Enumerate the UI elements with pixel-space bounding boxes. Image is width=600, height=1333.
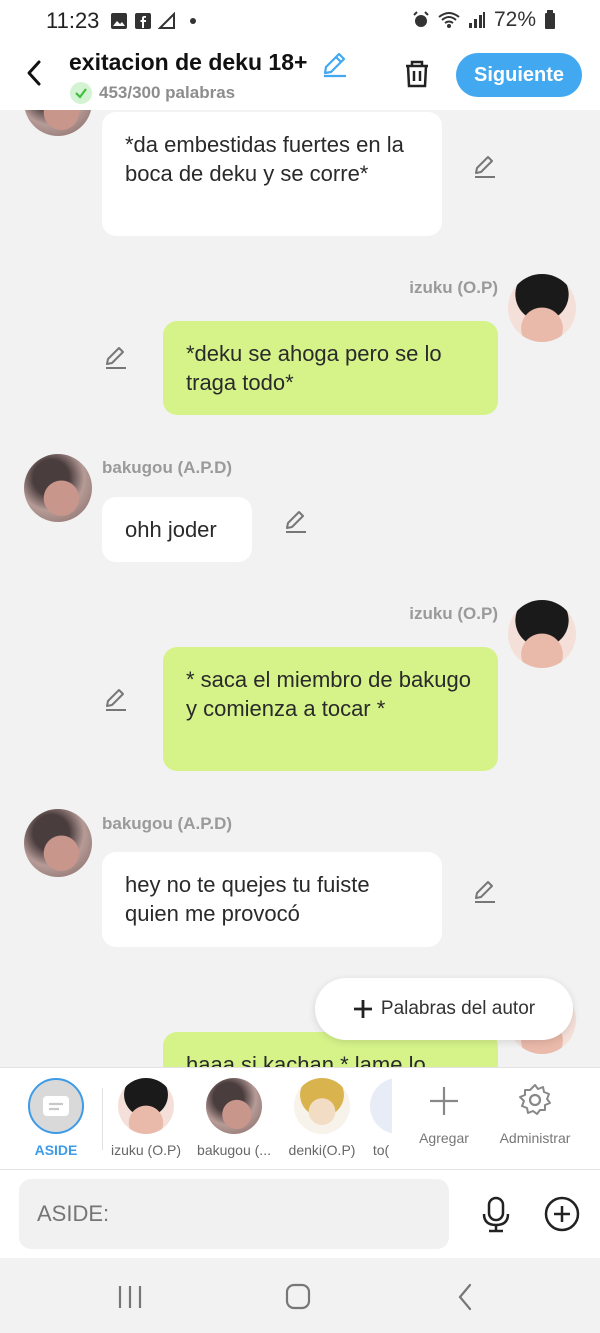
- avatar: [206, 1078, 262, 1134]
- author-words-label: Palabras del autor: [380, 998, 536, 1019]
- plus-icon: [353, 1000, 372, 1018]
- facebook-icon: [135, 13, 151, 29]
- avatar: [294, 1078, 350, 1134]
- chat-area[interactable]: *da embestidas fuertes en la boca de dek…: [0, 110, 600, 1067]
- character-label: to(: [372, 1142, 390, 1158]
- system-nav-bar: [0, 1258, 600, 1333]
- status-right: 72%: [412, 8, 556, 32]
- character-denki[interactable]: denki(O.P): [288, 1078, 356, 1158]
- manage-label: Administrar: [499, 1130, 571, 1146]
- gear-icon: [519, 1084, 551, 1115]
- alarm-icon: [413, 11, 429, 27]
- input-bar: [0, 1170, 600, 1258]
- divider: [102, 1088, 103, 1150]
- character-bakugou[interactable]: bakugou (...: [195, 1078, 273, 1158]
- battery-level: 72%: [493, 8, 536, 31]
- add-label: Agregar: [419, 1130, 469, 1146]
- story-title[interactable]: exitacion de deku 18+: [69, 49, 307, 76]
- status-bar: 11:23 72%: [0, 0, 600, 44]
- character-label: ASIDE: [34, 1142, 78, 1158]
- character-label: denki(O.P): [288, 1142, 356, 1158]
- avatar[interactable]: [24, 110, 92, 136]
- message-bubble[interactable]: *da embestidas fuertes en la boca de dek…: [102, 112, 442, 236]
- message-bubble[interactable]: hey no te quejes tu fuiste quien me prov…: [102, 852, 442, 947]
- manage-button[interactable]: Administrar: [494, 1080, 576, 1146]
- speaker-name: bakugou (A.P.D): [102, 814, 233, 833]
- speaker-name: izuku (O.P): [409, 278, 498, 297]
- back-arrow-icon[interactable]: [20, 58, 50, 88]
- back-nav-icon[interactable]: [446, 1282, 486, 1312]
- status-time: 11:23: [46, 8, 100, 33]
- character-label: izuku (O.P): [110, 1142, 181, 1158]
- avatar: [118, 1078, 174, 1134]
- message-bubble[interactable]: ohh joder: [102, 497, 252, 562]
- cell-signal-icon: [468, 12, 485, 28]
- avatar[interactable]: [508, 274, 576, 342]
- next-button[interactable]: Siguiente: [456, 53, 582, 97]
- edit-title-icon[interactable]: [320, 50, 348, 78]
- trash-icon[interactable]: [400, 56, 434, 90]
- gallery-icon: [111, 13, 127, 29]
- home-icon[interactable]: [278, 1282, 318, 1312]
- battery-icon: [545, 10, 555, 29]
- recent-apps-icon[interactable]: [110, 1282, 150, 1312]
- character-bar: ASIDE izuku (O.P) bakugou (... denki(O.P…: [0, 1067, 600, 1170]
- avatar: [370, 1078, 392, 1134]
- message-bubble[interactable]: * saca el miembro de bakugo y comienza a…: [163, 647, 498, 771]
- add-media-icon[interactable]: [542, 1194, 582, 1234]
- word-count-text: 453/300 palabras: [99, 83, 236, 102]
- signal-off-icon: [158, 12, 175, 29]
- notification-icons: [110, 12, 196, 30]
- avatar[interactable]: [24, 454, 92, 522]
- character-label: bakugou (...: [197, 1142, 271, 1158]
- edit-message-icon[interactable]: [102, 344, 128, 370]
- wifi-icon: [438, 12, 460, 28]
- check-icon: [70, 82, 92, 104]
- message-input[interactable]: [19, 1179, 449, 1249]
- dot-icon: [190, 18, 196, 24]
- character-partial[interactable]: to(: [370, 1078, 392, 1158]
- add-icon: [430, 1087, 458, 1115]
- add-character-button[interactable]: Agregar: [414, 1080, 474, 1146]
- avatar[interactable]: [508, 600, 576, 668]
- microphone-icon[interactable]: [476, 1194, 516, 1234]
- edit-message-icon[interactable]: [102, 686, 128, 712]
- edit-message-icon[interactable]: [282, 508, 308, 534]
- speaker-name: izuku (O.P): [409, 604, 498, 623]
- word-count: 453/300 palabras: [70, 82, 235, 104]
- editor-header: exitacion de deku 18+ 453/300 palabras S…: [0, 44, 600, 110]
- edit-message-icon[interactable]: [471, 153, 497, 179]
- edit-message-icon[interactable]: [471, 878, 497, 904]
- aside-avatar: [28, 1078, 84, 1134]
- message-bubble[interactable]: *deku se ahoga pero se lo traga todo*: [163, 321, 498, 415]
- avatar[interactable]: [24, 809, 92, 877]
- speaker-name: bakugou (A.P.D): [102, 458, 233, 477]
- author-words-button[interactable]: Palabras del autor: [315, 978, 573, 1040]
- note-icon: [43, 1096, 69, 1116]
- character-izuku[interactable]: izuku (O.P): [110, 1078, 182, 1158]
- character-aside[interactable]: ASIDE: [24, 1078, 88, 1158]
